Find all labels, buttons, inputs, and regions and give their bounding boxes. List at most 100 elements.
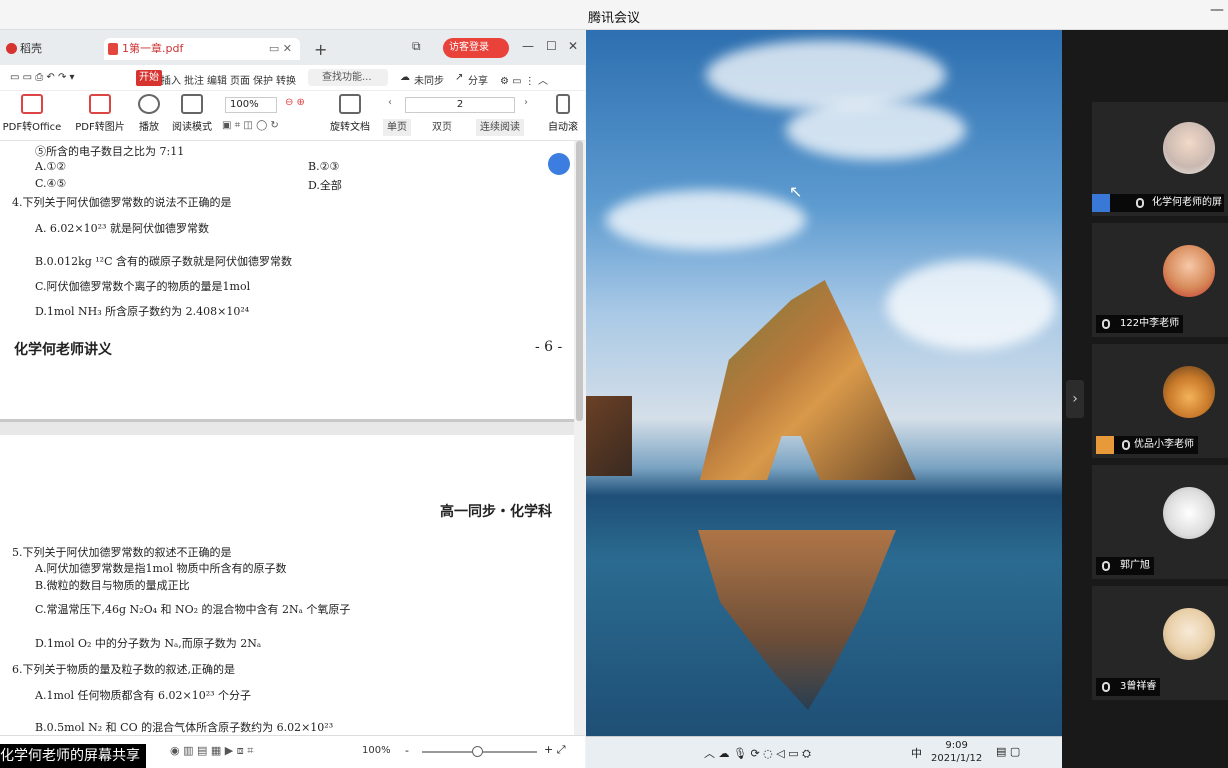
zoom-select[interactable]: 100% [225, 97, 277, 113]
participant-card[interactable]: 3曾祥睿 [1092, 586, 1228, 700]
doc-line: C.④⑤ [35, 177, 67, 190]
book-icon [181, 94, 203, 114]
participant-card[interactable]: 优品小李老师 [1092, 344, 1228, 458]
button-label: 阅读模式 [172, 122, 212, 133]
tab-label: 1第一章.pdf [122, 42, 184, 55]
play-button[interactable]: 播放 [134, 94, 164, 133]
share-icon[interactable]: ↗ [455, 72, 463, 83]
zoom-in-icon[interactable]: + ⤢ [544, 743, 566, 757]
scroll-thumb[interactable] [576, 141, 583, 421]
prev-page-icon[interactable]: ‹ [388, 97, 392, 108]
doc-line: 4.下列关于阿伏伽德罗常数的说法不正确的是 [12, 196, 232, 209]
wallpaper-reflection [698, 530, 896, 710]
zoom-icons[interactable]: ⊖ ⊕ [285, 97, 305, 108]
name-text: 122中李老师 [1120, 318, 1180, 329]
clock-date: 2021/1/12 [931, 753, 983, 764]
floating-tool-icon[interactable] [548, 153, 570, 175]
ribbon-toolbar: PDF转Office PDF转图片 播放 阅读模式 100% ⊖ ⊕ ▣ ⌗ ◫… [0, 91, 585, 141]
menu-bar: ▭ ▭ ⎙ ↶ ↷ ▾ 开始 插入 批注 编辑 页面 保护 转换 查找功能...… [0, 65, 585, 91]
more-icon[interactable]: ⚙ ▭ ⋮ ︿ [500, 72, 548, 87]
name-text: 化学何老师的屏 [1152, 197, 1222, 208]
wallpaper-cloud [606, 190, 806, 250]
doc-line: B.微粒的数目与物质的量成正比 [35, 579, 190, 592]
taskbar-clock[interactable]: 9:09 2021/1/12 [931, 739, 982, 765]
select-tools-icon[interactable]: ▣ ⌗ ◫ ◯ ↻ [222, 120, 279, 131]
wallpaper-rock [700, 280, 916, 480]
clock-time: 9:09 [945, 740, 968, 751]
pdf-office-icon [21, 94, 43, 114]
search-input[interactable]: 查找功能... [308, 69, 388, 86]
doc-line: B.②③ [308, 160, 340, 173]
view-mode-icons[interactable]: ◉ ▥ ▤ ▦ ▶ ⧈ ⌗ [170, 744, 253, 758]
new-tab-button[interactable]: + [314, 40, 327, 59]
desktop-wallpaper: ↖ [586, 30, 1062, 736]
doc-line: C.常温常压下,46g N₂O₄ 和 NO₂ 的混合物中含有 2Nₐ 个氧原子 [35, 603, 351, 616]
tray-icons[interactable]: ︿ ☁ 🎙 ⟳ ◌ ◁ ▭ ⛭ [704, 745, 811, 761]
menu-protect[interactable]: 保护 [253, 72, 273, 87]
wallpaper-rock-left [586, 396, 632, 476]
minimize-icon[interactable]: — [522, 39, 534, 53]
doc-line: B.0.5mol N₂ 和 CO 的混合气体所含原子数约为 6.02×10²³ [35, 721, 334, 734]
pdf-to-image-button[interactable]: PDF转图片 [72, 94, 128, 133]
menu-comment[interactable]: 批注 [184, 72, 204, 87]
menu-edit[interactable]: 编辑 [207, 72, 227, 87]
maximize-icon[interactable]: ☐ [546, 39, 557, 53]
screen-share-label: 化学何老师的屏幕共享 [0, 744, 146, 768]
meeting-title: 腾讯会议 [587, 11, 640, 26]
rotate-icon [339, 94, 361, 114]
zoom-out-icon[interactable]: - [405, 744, 409, 757]
notification-icon[interactable]: ▤ ▢ [996, 745, 1020, 758]
mic-icon [1136, 198, 1144, 208]
continuous-button[interactable]: 连续阅读 [476, 119, 524, 136]
pdf-to-office-button[interactable]: PDF转Office [0, 94, 64, 133]
participant-card[interactable]: 122中李老师 [1092, 223, 1228, 337]
menu-page[interactable]: 页面 [230, 72, 250, 87]
mouse-cursor-icon: ↖ [789, 182, 803, 201]
share-button[interactable]: 分享 [468, 72, 488, 87]
button-label: PDF转Office [2, 122, 62, 133]
name-text: 郭广旭 [1120, 560, 1150, 571]
participant-card[interactable]: 化学何老师的屏 [1092, 102, 1228, 216]
doc-line: D.全部 [308, 179, 342, 192]
doc-line: A. 6.02×10²³ 就是阿伏伽德罗常数 [35, 222, 209, 235]
button-label: PDF转图片 [75, 122, 125, 133]
name-text: 3曾祥睿 [1120, 681, 1157, 692]
menu-insert[interactable]: 插入 [161, 72, 181, 87]
next-page-icon[interactable]: › [524, 97, 528, 108]
sync-status[interactable]: 未同步 [414, 72, 444, 87]
menu-start[interactable]: 开始 [136, 70, 162, 86]
avatar [1163, 608, 1215, 660]
close-tab-icon[interactable]: ▭ ✕ [269, 38, 292, 60]
auto-scroll-button[interactable]: 自动滚 [543, 94, 583, 133]
expand-panel-button[interactable]: › [1066, 380, 1084, 418]
tab-daoke[interactable]: 稻壳 [2, 38, 94, 60]
host-icon [1092, 194, 1110, 212]
participant-name: 化学何老师的屏 [1092, 194, 1224, 212]
play-icon [138, 94, 160, 114]
tab-pdf[interactable]: 1第一章.pdf ▭ ✕ [104, 38, 300, 60]
rotate-doc-button[interactable]: 旋转文档 [328, 94, 372, 133]
doc-line: ⑤所含的电子数目之比为 7:11 [35, 145, 185, 158]
zoom-slider-handle[interactable] [472, 746, 483, 757]
wallpaper-cloud [786, 100, 966, 160]
windows-taskbar: ︿ ☁ 🎙 ⟳ ◌ ◁ ▭ ⛭ 中 9:09 2021/1/12 ▤ ▢ [586, 736, 1062, 768]
doc-line: C.阿伏伽德罗常数个离子的物质的量是1mol [35, 280, 251, 293]
window-count-icon[interactable]: ⧉ [412, 39, 421, 54]
minimize-button[interactable]: — [1210, 2, 1224, 18]
read-mode-button[interactable]: 阅读模式 [170, 94, 214, 133]
ime-indicator[interactable]: 中 [911, 745, 922, 761]
close-icon[interactable]: ✕ [568, 39, 578, 53]
vertical-scrollbar[interactable] [574, 141, 585, 745]
sync-icon[interactable]: ☁ [400, 72, 410, 83]
single-page-button[interactable]: 单页 [383, 119, 411, 136]
menu-convert[interactable]: 转换 [276, 72, 296, 87]
zoom-slider[interactable] [422, 746, 537, 757]
guest-login-button[interactable]: 访客登录 [443, 38, 509, 58]
participant-card[interactable]: 郭广旭 [1092, 465, 1228, 579]
double-page-button[interactable]: 双页 [428, 119, 456, 136]
doc-line: A.阿伏加德罗常数是指1mol 物质中所含有的原子数 [35, 562, 287, 575]
pdf-document[interactable]: ⑤所含的电子数目之比为 7:11 A.①② B.②③ C.④⑤ D.全部 4.下… [0, 141, 574, 745]
page-number-input[interactable]: 2 [405, 97, 515, 113]
pdf-icon [108, 43, 118, 55]
file-menu-icon[interactable]: ▭ ▭ ⎙ ↶ ↷ ▾ [10, 72, 75, 83]
